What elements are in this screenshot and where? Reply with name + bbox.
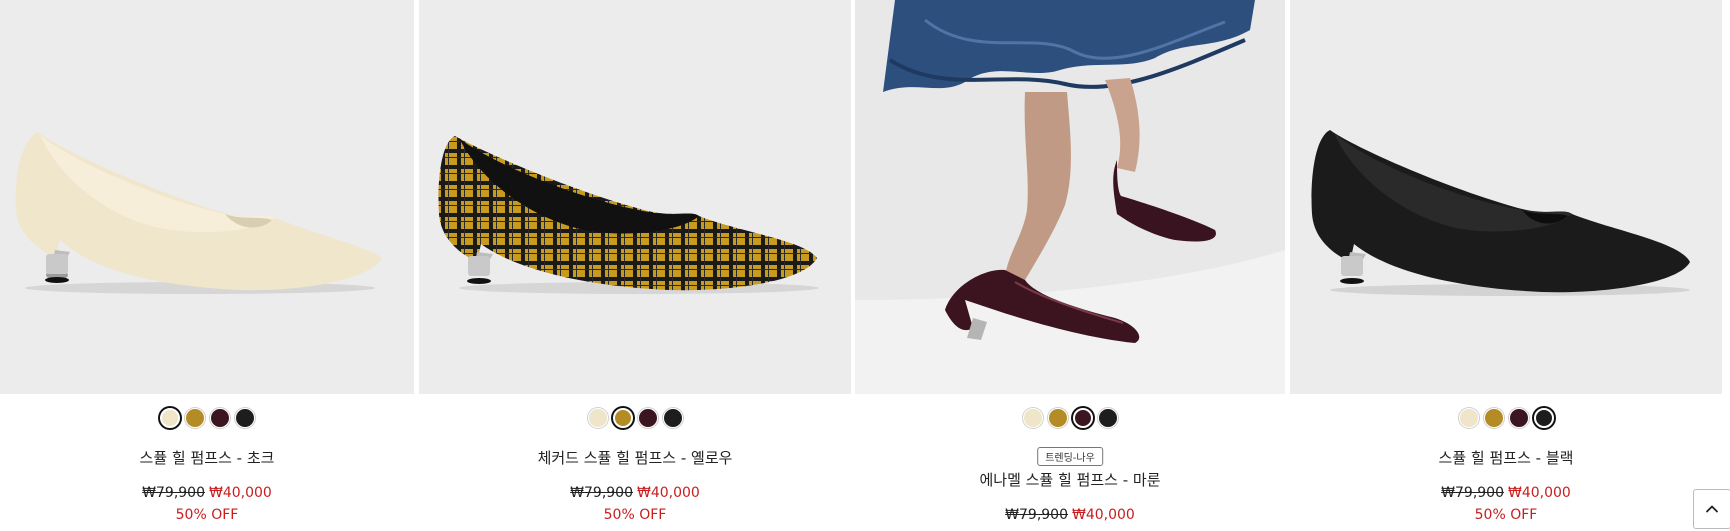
- product-image[interactable]: [419, 0, 851, 394]
- model-wearing-maroon-pumps-image: [855, 0, 1285, 394]
- checkered-pump-shoe-image: [419, 0, 851, 394]
- product-name[interactable]: 에나멜 스퓰 힐 펌프스 - 마룬: [855, 469, 1285, 490]
- product-price: ₩79,900 ₩40,000: [0, 485, 414, 501]
- discount-label: 50% OFF: [1474, 507, 1538, 523]
- black-pump-shoe-image: [1290, 0, 1722, 394]
- product-card[interactable]: 스퓰 힐 펌프스 - 블랙 ₩79,900 ₩40,000 50% OFF: [1290, 0, 1722, 531]
- product-image[interactable]: [855, 0, 1285, 394]
- swatch-yellow[interactable]: [1483, 408, 1504, 428]
- color-swatches: [1290, 408, 1722, 428]
- original-price: ₩79,900: [1441, 485, 1504, 501]
- swatch-chalk[interactable]: [159, 408, 180, 428]
- product-card[interactable]: 체커드 스퓰 힐 펌프스 - 옐로우 ₩79,900 ₩40,000 50% OF…: [419, 0, 851, 531]
- product-card[interactable]: 스퓰 힐 펌프스 - 초크 ₩79,900 ₩40,000 50% OFF: [0, 0, 414, 531]
- product-card[interactable]: 트렌딩-나우 에나멜 스퓰 힐 펌프스 - 마룬 ₩79,900 ₩40,000: [855, 0, 1285, 531]
- swatch-maroon[interactable]: [637, 408, 658, 428]
- discount-label: 50% OFF: [175, 507, 239, 523]
- swatch-chalk[interactable]: [587, 408, 608, 428]
- swatch-black[interactable]: [662, 408, 683, 428]
- sale-price: ₩40,000: [1508, 485, 1571, 501]
- product-price: ₩79,900 ₩40,000: [419, 485, 851, 501]
- swatch-chalk[interactable]: [1458, 408, 1479, 428]
- original-price: ₩79,900: [142, 485, 205, 501]
- sale-price: ₩40,000: [1072, 507, 1135, 523]
- product-price: ₩79,900 ₩40,000: [855, 507, 1285, 523]
- color-swatches: [855, 408, 1285, 428]
- color-swatches: [0, 408, 414, 428]
- swatch-yellow[interactable]: [612, 408, 633, 428]
- sale-price: ₩40,000: [209, 485, 272, 501]
- swatch-yellow[interactable]: [1047, 408, 1068, 428]
- product-name[interactable]: 체커드 스퓰 힐 펌프스 - 옐로우: [419, 447, 851, 468]
- product-name[interactable]: 스퓰 힐 펌프스 - 초크: [0, 447, 414, 468]
- cream-pump-shoe-image: [0, 0, 414, 394]
- swatch-black[interactable]: [1097, 408, 1118, 428]
- product-name[interactable]: 스퓰 힐 펌프스 - 블랙: [1290, 447, 1722, 468]
- swatch-maroon[interactable]: [209, 408, 230, 428]
- sale-price: ₩40,000: [637, 485, 700, 501]
- product-image[interactable]: [1290, 0, 1722, 394]
- product-grid: 스퓰 힐 펌프스 - 초크 ₩79,900 ₩40,000 50% OFF 체커…: [0, 0, 1730, 531]
- swatch-chalk[interactable]: [1022, 408, 1043, 428]
- product-image[interactable]: [0, 0, 414, 394]
- swatch-maroon[interactable]: [1508, 408, 1529, 428]
- trending-badge: 트렌딩-나우: [1037, 447, 1103, 466]
- product-price: ₩79,900 ₩40,000: [1290, 485, 1722, 501]
- chevron-up-icon: [1706, 505, 1718, 513]
- swatch-black[interactable]: [1533, 408, 1554, 428]
- original-price: ₩79,900: [570, 485, 633, 501]
- scroll-to-top-button[interactable]: [1693, 489, 1730, 529]
- color-swatches: [419, 408, 851, 428]
- swatch-maroon[interactable]: [1072, 408, 1093, 428]
- original-price: ₩79,900: [1005, 507, 1068, 523]
- discount-label: 50% OFF: [603, 507, 667, 523]
- swatch-black[interactable]: [234, 408, 255, 428]
- swatch-yellow[interactable]: [184, 408, 205, 428]
